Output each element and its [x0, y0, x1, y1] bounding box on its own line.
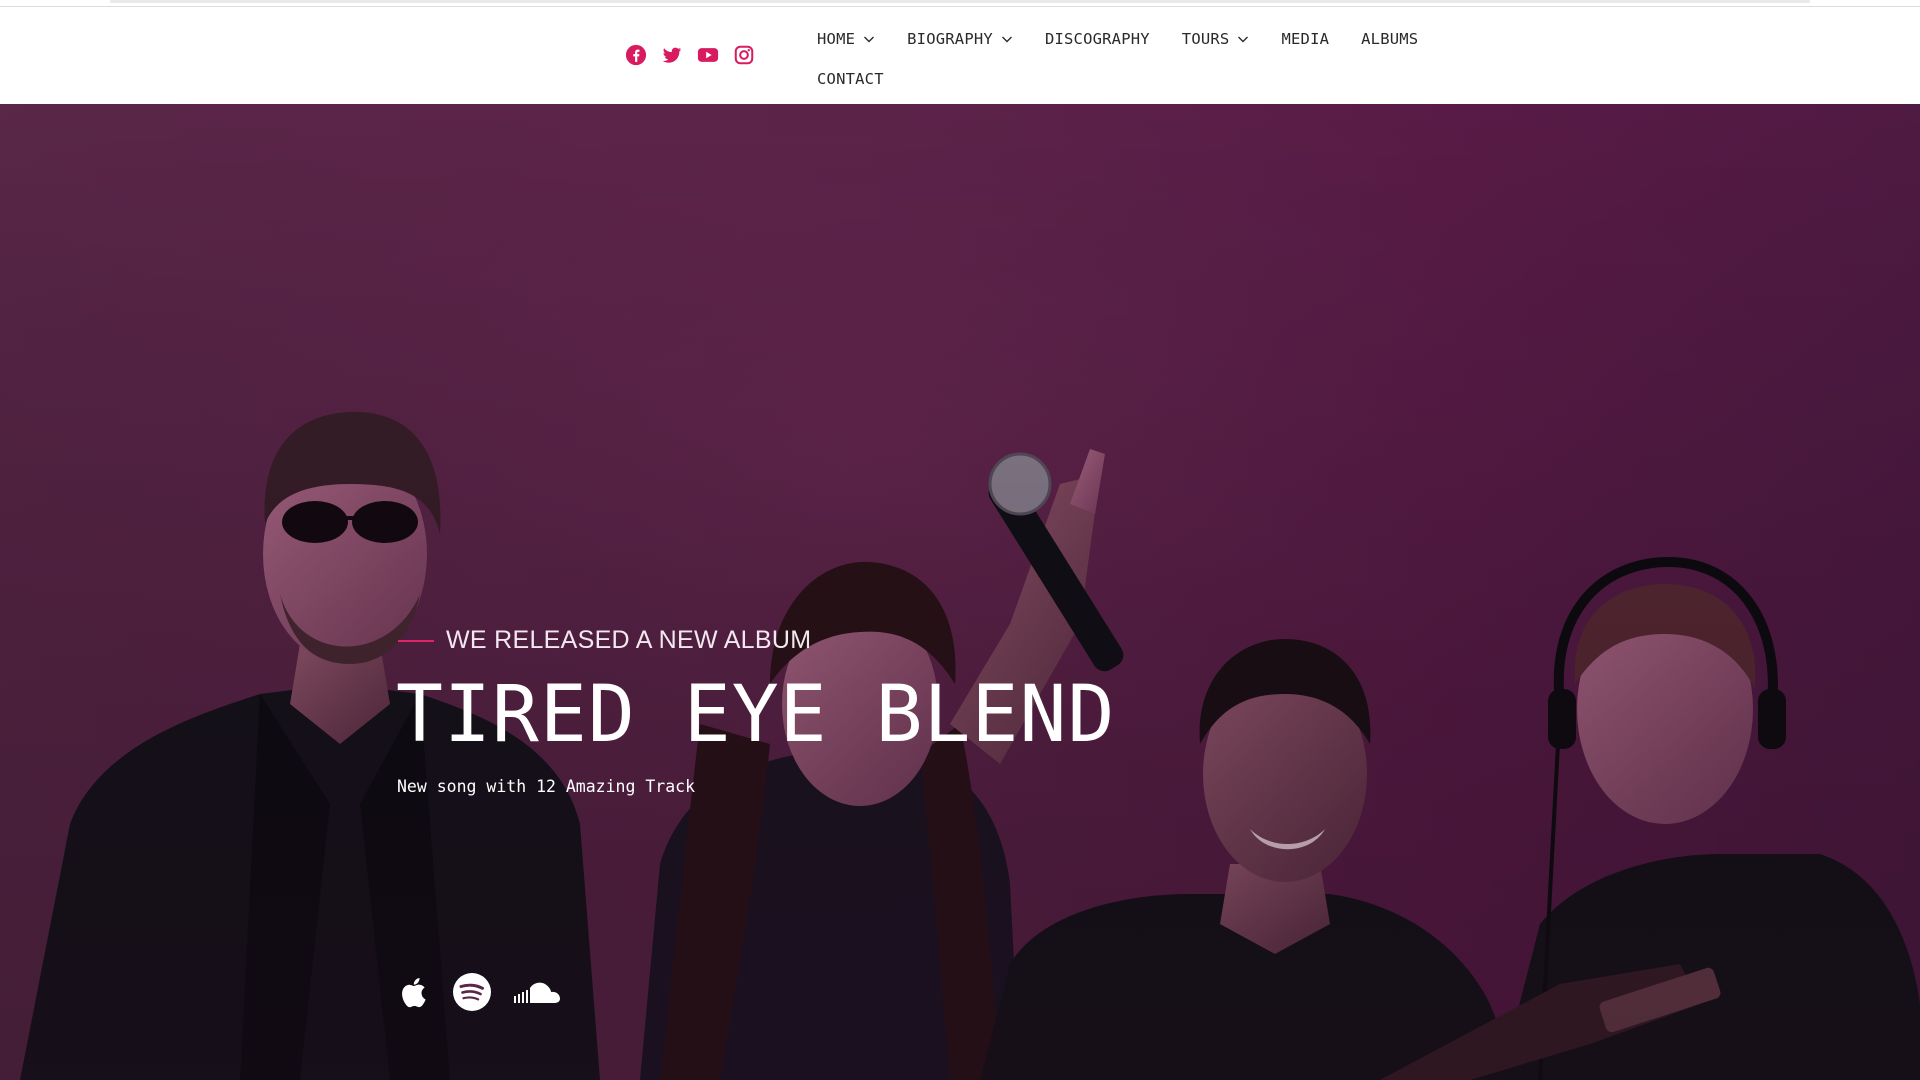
instagram-icon[interactable] [732, 43, 756, 67]
nav-item-home[interactable]: HOME [817, 30, 875, 48]
nav-item-media[interactable]: MEDIA [1281, 30, 1329, 48]
nav-item-label: BIOGRAPHY [907, 30, 993, 48]
site-header: HOME BIOGRAPHY DISCOGRAPHY TOURS MEDIA A… [0, 7, 1920, 104]
top-scroll-strip [0, 0, 1920, 7]
nav-item-tours[interactable]: TOURS [1182, 30, 1250, 48]
hero-banner: WE RELEASED A NEW ALBUM TIRED EYE BLEND … [0, 104, 1920, 1080]
youtube-icon[interactable] [696, 43, 720, 67]
nav-item-label: MEDIA [1281, 30, 1330, 48]
album-subtitle: New song with 12 Amazing Track [397, 777, 696, 796]
nav-item-label: ALBUMS [1361, 30, 1419, 48]
nav-item-biography[interactable]: BIOGRAPHY [907, 30, 1013, 48]
chevron-down-icon [864, 36, 875, 43]
band-photo [0, 104, 1920, 1080]
nav-item-label: TOURS [1181, 30, 1230, 48]
streaming-links [400, 972, 562, 1012]
nav-item-label: DISCOGRAPHY [1044, 30, 1150, 48]
facebook-icon[interactable] [624, 43, 648, 67]
main-nav: HOME BIOGRAPHY DISCOGRAPHY TOURS MEDIA A… [817, 19, 1457, 99]
nav-item-discography[interactable]: DISCOGRAPHY [1045, 30, 1150, 48]
nav-item-contact[interactable]: CONTACT [817, 70, 884, 88]
chevron-down-icon [1238, 36, 1249, 43]
twitter-icon[interactable] [660, 43, 684, 67]
eyebrow-accent-line [398, 639, 434, 642]
apple-icon[interactable] [400, 974, 432, 1010]
nav-item-label: HOME [817, 30, 856, 48]
nav-row-2: CONTACT [817, 59, 1457, 99]
nav-item-albums[interactable]: ALBUMS [1361, 30, 1418, 48]
top-strip-bar [110, 0, 1810, 3]
social-links [624, 43, 756, 67]
hero-eyebrow: WE RELEASED A NEW ALBUM [398, 626, 811, 655]
spotify-icon[interactable] [452, 972, 492, 1012]
chevron-down-icon [1001, 36, 1012, 43]
soundcloud-icon[interactable] [512, 978, 562, 1006]
eyebrow-text: WE RELEASED A NEW ALBUM [446, 626, 812, 654]
nav-row-1: HOME BIOGRAPHY DISCOGRAPHY TOURS MEDIA A… [817, 19, 1457, 59]
album-title: TIRED EYE BLEND [396, 670, 1116, 760]
nav-item-label: CONTACT [817, 70, 884, 88]
